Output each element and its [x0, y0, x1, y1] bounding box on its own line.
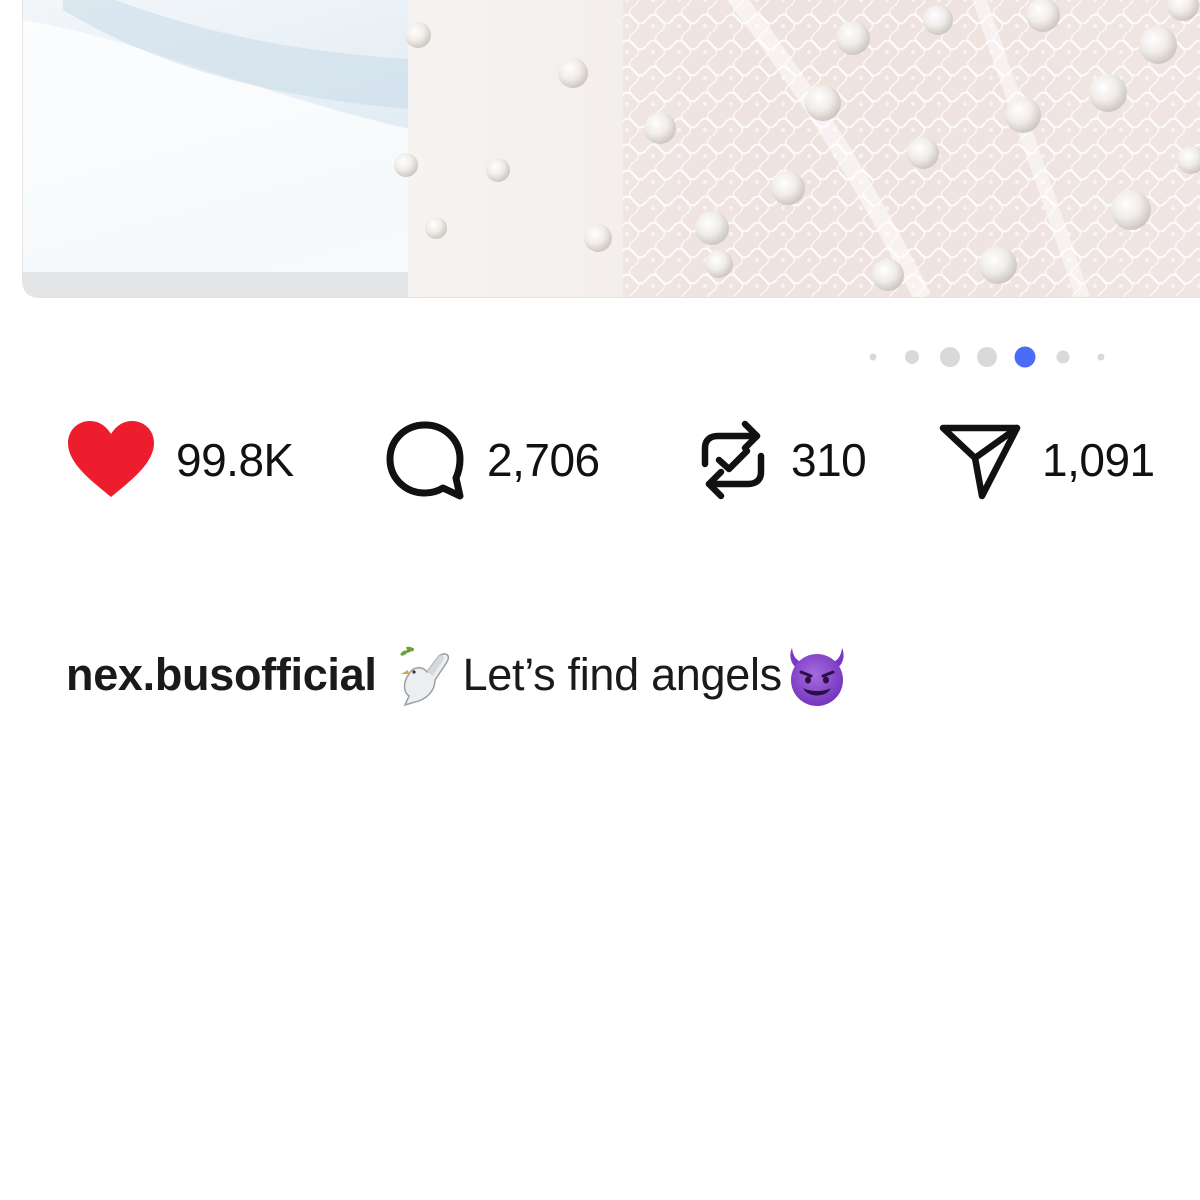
comment-icon [383, 418, 467, 502]
dove-emoji-icon [395, 644, 453, 706]
caption-username[interactable]: nex.busofficial [66, 649, 377, 701]
comment-count: 2,706 [487, 434, 600, 486]
carousel-dot[interactable] [869, 353, 877, 361]
carousel-dot[interactable] [1056, 350, 1070, 364]
like-count: 99.8K [176, 434, 294, 486]
share-count: 1,091 [1042, 434, 1155, 486]
repost-button[interactable]: 310 [695, 418, 867, 502]
heart-icon [66, 421, 156, 499]
comment-button[interactable]: 2,706 [383, 420, 600, 500]
post-caption: nex.busofficial Let’s find angels [66, 642, 850, 708]
caption-text: Let’s find angels [462, 649, 783, 700]
share-icon [938, 418, 1022, 502]
carousel-dot[interactable] [940, 347, 960, 367]
carousel-dot[interactable] [1097, 353, 1105, 361]
post-image[interactable] [22, 0, 1200, 298]
share-button[interactable]: 1,091 [938, 420, 1155, 500]
carousel-dot[interactable] [977, 347, 997, 367]
smiling-devil-emoji-icon [784, 642, 850, 708]
post-photo [23, 0, 1200, 297]
repost-count: 310 [791, 434, 867, 486]
like-button[interactable]: 99.8K [66, 420, 294, 500]
carousel-dot[interactable] [905, 350, 919, 364]
repost-icon [695, 418, 771, 502]
carousel-dot-active[interactable] [1014, 346, 1036, 368]
post-action-bar: 99.8K 2,706 310 1,091 [0, 420, 1200, 500]
